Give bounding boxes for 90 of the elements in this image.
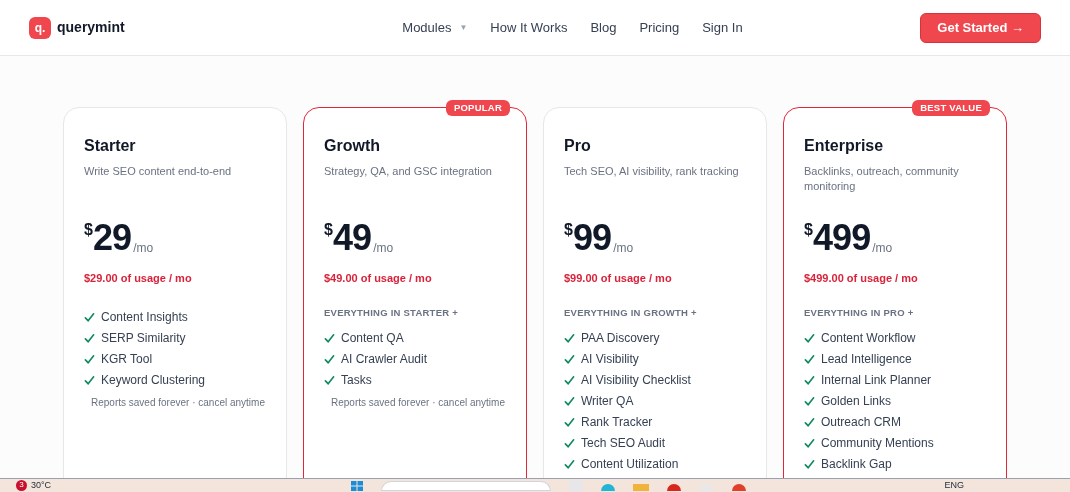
app-icon[interactable] xyxy=(667,481,682,491)
nav-dropdown[interactable]: Modules ▼ xyxy=(402,17,468,38)
check-icon xyxy=(804,437,815,449)
check-icon xyxy=(84,353,95,365)
feature-item: Tasks xyxy=(324,371,506,389)
check-icon xyxy=(324,332,335,344)
check-icon xyxy=(564,332,575,344)
check-icon xyxy=(564,437,575,449)
check-icon xyxy=(324,353,335,365)
plan-name: Pro xyxy=(564,136,592,156)
check-icon xyxy=(84,332,95,344)
plan-note: Reports saved forever · cancel anytime xyxy=(91,395,266,410)
nav-link[interactable]: How It Works xyxy=(490,17,568,38)
currency-symbol: $ xyxy=(564,222,573,238)
feature-item: Rank Tracker xyxy=(564,413,746,431)
check-icon xyxy=(564,395,575,407)
check-icon xyxy=(84,311,95,323)
feature-item: Content QA xyxy=(324,329,506,347)
brand-name[interactable]: querymint xyxy=(57,17,125,38)
check-icon xyxy=(324,374,335,386)
plan-name: Enterprise xyxy=(804,136,885,156)
price-period: /mo xyxy=(613,242,634,254)
includes-heading: EVERYTHING IN GROWTH + xyxy=(564,305,698,320)
feature-item: AI Crawler Audit xyxy=(324,350,506,368)
feature-item: Writer QA xyxy=(564,392,746,410)
feature-item: KGR Tool xyxy=(84,350,266,368)
nav-link[interactable]: Sign In xyxy=(702,17,743,38)
feature-item: PAA Discovery xyxy=(564,329,746,347)
folder-icon[interactable] xyxy=(633,481,650,491)
check-icon xyxy=(84,374,95,386)
currency-symbol: $ xyxy=(324,222,333,238)
plan-name: Starter xyxy=(84,136,137,156)
feature-item: Keyword Clustering xyxy=(84,371,266,389)
feature-item: Outreach CRM xyxy=(804,413,986,431)
plan-badge: POPULAR xyxy=(445,100,510,116)
taskbar-search-field[interactable] xyxy=(381,481,552,491)
usage-credit: $29.00 of usage / mo xyxy=(84,271,193,286)
usage-credit: $49.00 of usage / mo xyxy=(324,271,433,286)
check-icon xyxy=(804,395,815,407)
feature-item: Backlink Gap xyxy=(804,455,986,473)
plan-price: 499 xyxy=(812,220,871,256)
check-icon xyxy=(564,458,575,470)
feature-item: Golden Links xyxy=(804,392,986,410)
feature-item: Content Insights xyxy=(84,308,266,326)
weather-badge: 3 xyxy=(16,479,27,491)
includes-heading: EVERYTHING IN PRO + xyxy=(804,305,915,320)
check-icon xyxy=(804,416,815,428)
nav-link[interactable]: Blog xyxy=(590,17,617,38)
feature-item: Community Mentions xyxy=(804,434,986,452)
check-icon xyxy=(804,374,815,386)
usage-credit: $99.00 of usage / mo xyxy=(564,271,673,286)
price-period: /mo xyxy=(133,242,154,254)
nav-link[interactable]: Pricing xyxy=(639,17,680,38)
check-icon xyxy=(564,416,575,428)
start-icon[interactable] xyxy=(351,481,364,491)
plan-description: Backlinks, outreach, community monitoring xyxy=(804,164,960,194)
plan-description: Write SEO content end-to-end xyxy=(84,164,233,179)
feature-item: Internal Link Planner xyxy=(804,371,986,389)
get-started-button[interactable]: Get Started → xyxy=(920,12,1041,43)
check-icon xyxy=(804,332,815,344)
feature-item: SERP Similarity xyxy=(84,329,266,347)
plan-badge: BEST VALUE xyxy=(912,100,990,116)
feature-item: AI Visibility xyxy=(564,350,746,368)
currency-symbol: $ xyxy=(84,222,93,238)
price-period: /mo xyxy=(373,242,394,254)
plan-price: 49 xyxy=(332,220,372,256)
brand-logo[interactable]: q. xyxy=(29,16,51,39)
plan-note: Reports saved forever · cancel anytime xyxy=(331,395,506,410)
feature-item: Content Workflow xyxy=(804,329,986,347)
currency-symbol: $ xyxy=(804,222,813,238)
plan-name: Growth xyxy=(324,136,381,156)
browser-icon[interactable] xyxy=(601,481,616,491)
language-indicator[interactable]: ENG xyxy=(944,479,964,491)
check-icon xyxy=(564,353,575,365)
usage-credit: $499.00 of usage / mo xyxy=(804,271,919,286)
feature-item: Tech SEO Audit xyxy=(564,434,746,452)
app-icon[interactable] xyxy=(731,481,748,491)
plan-description: Strategy, QA, and GSC integration xyxy=(324,164,493,179)
check-icon xyxy=(804,458,815,470)
plan-price: 99 xyxy=(572,220,612,256)
temperature: 30°C xyxy=(31,479,52,491)
plan-price: 29 xyxy=(92,220,132,256)
includes-heading: EVERYTHING IN STARTER + xyxy=(324,305,459,320)
price-period: /mo xyxy=(872,242,893,254)
check-icon xyxy=(564,374,575,386)
feature-item: AI Visibility Checklist xyxy=(564,371,746,389)
check-icon xyxy=(804,353,815,365)
feature-item: Content Utilization xyxy=(564,455,746,473)
feature-item: Lead Intelligence xyxy=(804,350,986,368)
plan-description: Tech SEO, AI visibility, rank tracking xyxy=(564,164,740,179)
